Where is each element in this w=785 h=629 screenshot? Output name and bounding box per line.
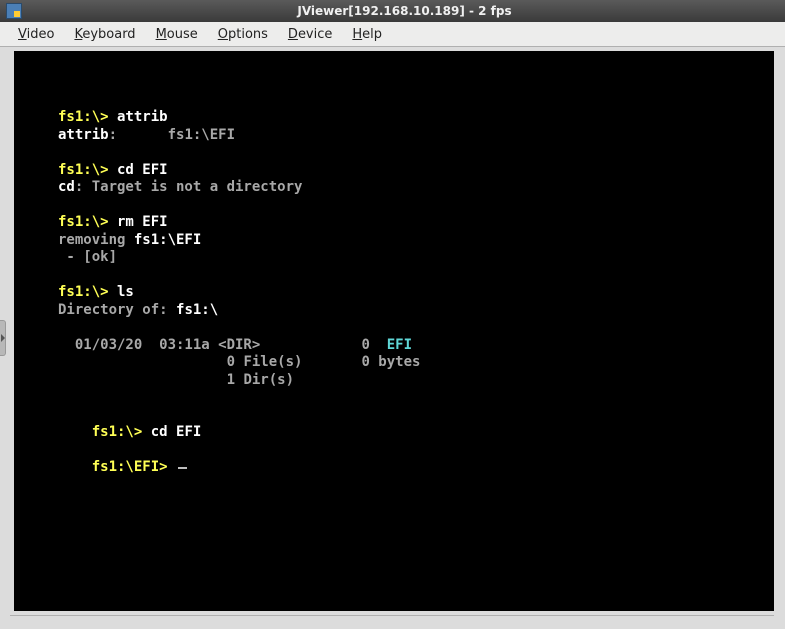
window-titlebar: JViewer[192.168.10.189] - 2 fps bbox=[0, 0, 785, 22]
cmd-ls: ls bbox=[109, 284, 134, 300]
menu-video[interactable]: Video bbox=[8, 24, 64, 45]
out-colon: : bbox=[109, 127, 168, 143]
terminal-output[interactable]: fs1:\> attrib attrib: fs1:\EFI fs1:\> cd… bbox=[14, 51, 774, 611]
indent bbox=[58, 459, 92, 475]
out-ls-size: 0 bbox=[361, 337, 369, 353]
cursor bbox=[178, 467, 187, 469]
prompt: fs1:\> bbox=[58, 214, 109, 230]
window-title: JViewer[192.168.10.189] - 2 fps bbox=[30, 4, 779, 18]
menu-help[interactable]: Help bbox=[342, 24, 392, 45]
menu-mouse[interactable]: Mouse bbox=[146, 24, 208, 45]
prompt: fs1:\> bbox=[58, 162, 109, 178]
out-dir-of: Directory of: bbox=[58, 302, 176, 318]
app-icon bbox=[6, 3, 22, 19]
status-bar bbox=[10, 615, 774, 629]
out-ls-dirname: EFI bbox=[387, 337, 412, 353]
cmd-cd-efi: cd EFI bbox=[109, 162, 168, 178]
indent bbox=[58, 424, 92, 440]
out-attrib-label: attrib bbox=[58, 127, 109, 143]
side-panel-handle[interactable] bbox=[0, 320, 6, 356]
out-ok: - [ok] bbox=[58, 249, 117, 265]
prompt-current: fs1:\EFI> bbox=[92, 459, 176, 475]
cmd-attrib: attrib bbox=[109, 109, 168, 125]
menu-options[interactable]: Options bbox=[208, 24, 278, 45]
out-remove-path: fs1:\EFI bbox=[134, 232, 201, 248]
out-ls-files: 0 File(s) 0 bytes bbox=[142, 354, 420, 370]
out-ls-row: 01/03/20 03:11a <DIR> bbox=[58, 337, 361, 353]
menu-keyboard[interactable]: Keyboard bbox=[64, 24, 145, 45]
out-dir-path: fs1:\ bbox=[176, 302, 218, 318]
out-attrib-path: fs1:\EFI bbox=[168, 127, 235, 143]
spacer bbox=[370, 337, 387, 353]
out-cd-label: cd bbox=[58, 179, 75, 195]
prompt: fs1:\> bbox=[58, 284, 109, 300]
prompt: fs1:\> bbox=[58, 109, 109, 125]
cmd-rm-efi: rm EFI bbox=[109, 214, 168, 230]
out-ls-dirs: 1 Dir(s) bbox=[142, 372, 294, 388]
out-removing: removing bbox=[58, 232, 134, 248]
menu-device[interactable]: Device bbox=[278, 24, 342, 45]
out-cd-error: : Target is not a directory bbox=[75, 179, 303, 195]
menubar: Video Keyboard Mouse Options Device Help bbox=[0, 22, 785, 47]
cmd-cd-efi-2: cd EFI bbox=[142, 424, 201, 440]
terminal-container: fs1:\> attrib attrib: fs1:\EFI fs1:\> cd… bbox=[0, 47, 785, 629]
prompt: fs1:\> bbox=[92, 424, 143, 440]
